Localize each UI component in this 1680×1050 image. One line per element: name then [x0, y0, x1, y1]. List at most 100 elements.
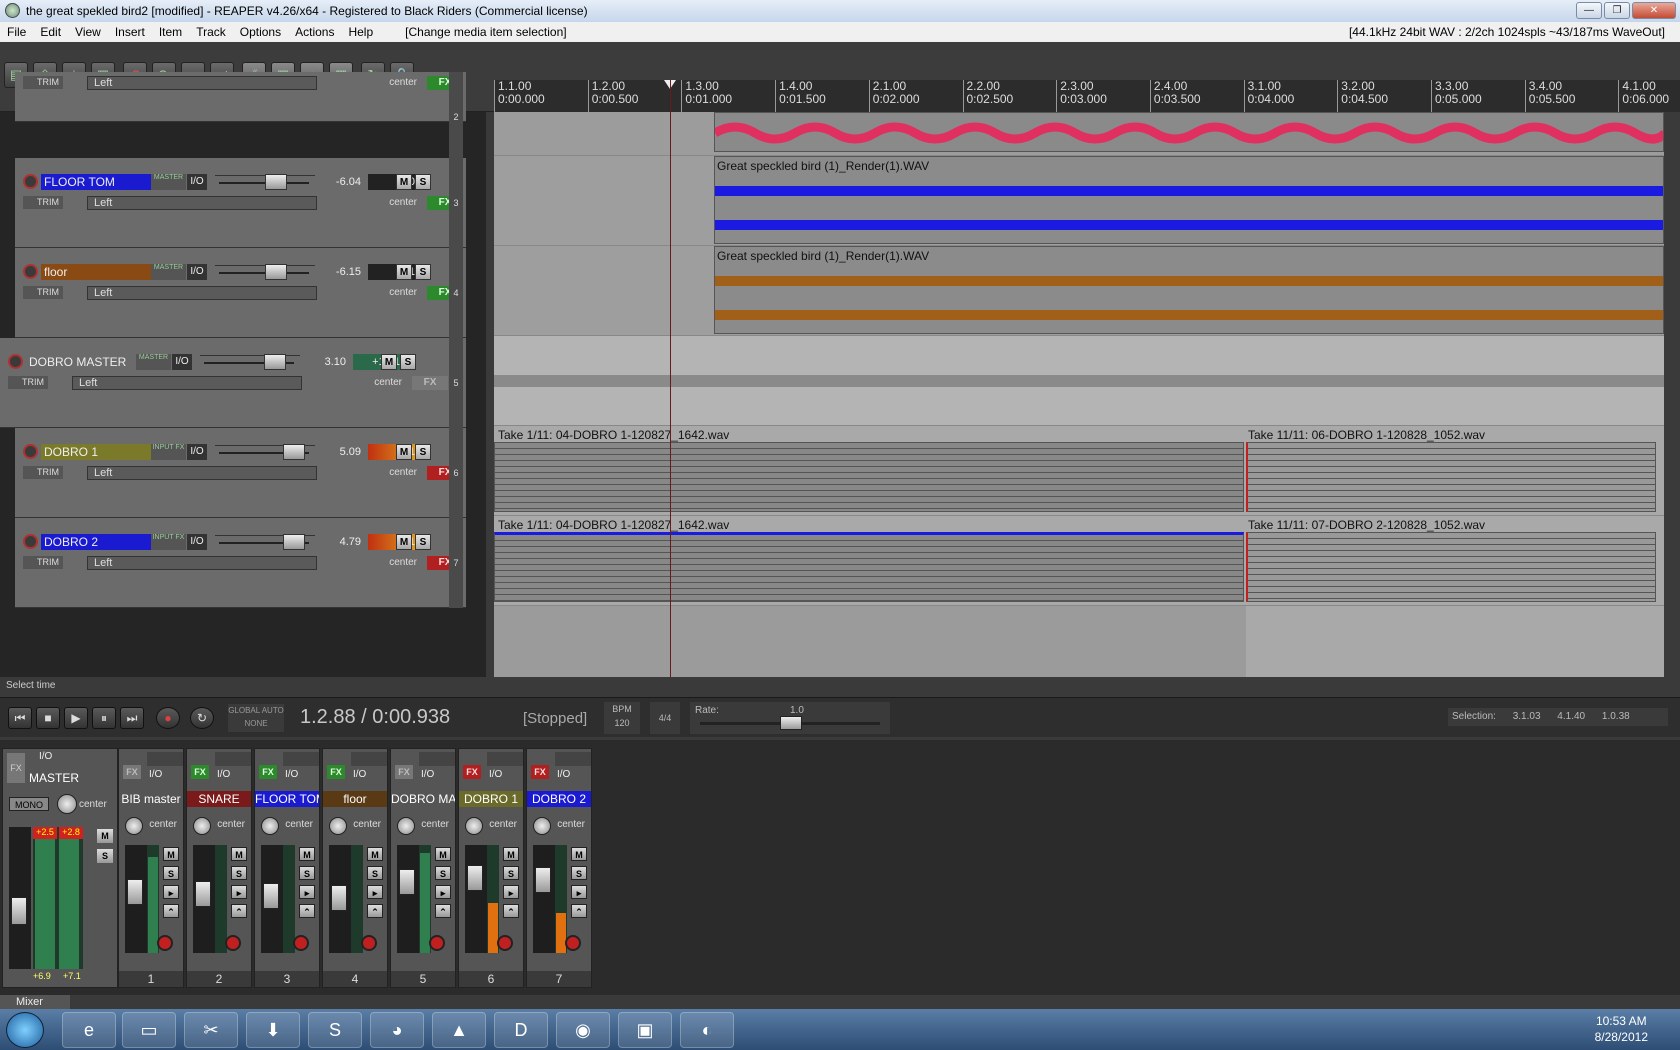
solo-button[interactable]: S	[415, 534, 431, 550]
play-button[interactable]: ▶	[64, 707, 88, 729]
strip-number[interactable]: 3	[255, 971, 319, 987]
media-item-dobro-2-take-11[interactable]	[1246, 532, 1656, 602]
master-solo-button[interactable]: S	[97, 849, 113, 863]
strip-record-arm-button[interactable]	[157, 935, 173, 951]
pause-button[interactable]: ⏸	[92, 707, 116, 729]
track-number[interactable]: 5	[449, 338, 463, 428]
io-button[interactable]: I/O	[187, 174, 207, 190]
strip-mute-button[interactable]: M	[435, 847, 451, 861]
volume-fader-knob[interactable]	[264, 354, 286, 370]
track-panel[interactable]: floorMASTERI/O-6.15-3.1MSTRIMLeftcenterF…	[15, 248, 466, 338]
strip-fx-button[interactable]: FX	[463, 765, 481, 779]
dictation-app-icon[interactable]: D	[494, 1012, 548, 1048]
media-item-dobro-2-take-1[interactable]	[494, 532, 1244, 602]
strip-io-button[interactable]: I/O	[489, 769, 502, 780]
strip-mute-button[interactable]: M	[299, 847, 315, 861]
strip-name[interactable]: SNARE	[187, 791, 251, 807]
strip-route-tag[interactable]	[351, 752, 387, 766]
strip-record-arm-button[interactable]	[497, 935, 513, 951]
strip-io-button[interactable]: I/O	[217, 769, 230, 780]
reaper-taskbar-icon[interactable]: ◐	[680, 1012, 734, 1048]
strip-fx-button[interactable]: FX	[531, 765, 549, 779]
record-arm-button[interactable]	[23, 264, 38, 279]
strip-mute-button[interactable]: M	[163, 847, 179, 861]
solo-button[interactable]: S	[415, 174, 431, 190]
strip-fx-button[interactable]: FX	[395, 765, 413, 779]
volume-fader[interactable]	[215, 444, 315, 460]
volume-fader[interactable]	[215, 264, 315, 280]
strip-fader-well[interactable]	[465, 845, 487, 953]
start-button[interactable]	[6, 1012, 44, 1048]
trim-button[interactable]: TRIM	[23, 196, 63, 209]
selection-start[interactable]: 3.1.03	[1513, 711, 1541, 722]
strip-mute-button[interactable]: M	[231, 847, 247, 861]
menu-insert[interactable]: Insert	[108, 25, 152, 39]
strip-solo-button[interactable]: S	[571, 866, 587, 880]
strip-automation-button[interactable]: ⌃	[435, 904, 451, 918]
io-button[interactable]: I/O	[187, 444, 207, 460]
pan-mode-select[interactable]: Left	[72, 376, 302, 390]
mixer-tab[interactable]: Mixer	[0, 995, 70, 1009]
record-arm-button[interactable]	[23, 444, 38, 459]
strip-solo-button[interactable]: S	[367, 866, 383, 880]
mute-button[interactable]: M	[396, 444, 412, 460]
solo-button[interactable]: S	[400, 354, 416, 370]
strip-record-arm-button[interactable]	[565, 935, 581, 951]
solo-button[interactable]: S	[415, 444, 431, 460]
strip-io-button[interactable]: I/O	[285, 769, 298, 780]
io-button[interactable]: I/O	[172, 354, 192, 370]
strip-automation-button[interactable]: ⌃	[231, 904, 247, 918]
volume-fader[interactable]	[200, 354, 300, 370]
strip-record-arm-button[interactable]	[293, 935, 309, 951]
strip-name[interactable]: FLOOR TOM	[255, 791, 319, 807]
mute-button[interactable]: M	[381, 354, 397, 370]
track-panel[interactable]: DOBRO MASTERMASTERI/O3.10+13.1MSTRIMLeft…	[0, 338, 466, 428]
menu-help[interactable]: Help	[341, 25, 380, 39]
stop-button[interactable]: ■	[36, 707, 60, 729]
pan-mode-select[interactable]: Left	[87, 286, 317, 300]
menu-edit[interactable]: Edit	[33, 25, 68, 39]
go-to-start-button[interactable]: ⏮	[8, 707, 32, 729]
mono-button[interactable]: MONO	[9, 797, 49, 811]
volume-fader-knob[interactable]	[265, 264, 287, 280]
repeat-button[interactable]: ↻	[190, 707, 214, 729]
master-fader-knob[interactable]	[11, 897, 27, 925]
track-panel[interactable]: DOBRO 2INPUT FXI/O4.790.1MSTRIMLeftcente…	[15, 518, 466, 608]
master-peak-left[interactable]: +2.5	[33, 827, 57, 839]
strip-fader-knob[interactable]	[195, 881, 211, 907]
fx-button[interactable]: FX	[412, 376, 448, 390]
strip-fader-well[interactable]	[397, 845, 419, 953]
mute-button[interactable]: M	[396, 264, 412, 280]
close-button[interactable]: ✕	[1632, 2, 1676, 19]
global-automation-button[interactable]: GLOBAL AUTO NONE	[228, 704, 284, 732]
strip-fx-button[interactable]: FX	[259, 765, 277, 779]
strip-name[interactable]: DOBRO MAS	[391, 791, 455, 807]
strip-number[interactable]: 6	[459, 971, 523, 987]
strip-automation-button[interactable]: ⌃	[163, 904, 179, 918]
volume-fader-knob[interactable]	[265, 174, 287, 190]
mute-button[interactable]: M	[396, 534, 412, 550]
snipping-tool-icon[interactable]: ✂	[184, 1012, 238, 1048]
time-signature[interactable]: 4/4	[650, 702, 680, 734]
selection-end[interactable]: 4.1.40	[1557, 711, 1585, 722]
strip-name[interactable]: BIB master	[119, 791, 183, 807]
io-button[interactable]: I/O	[187, 534, 207, 550]
media-item-floor[interactable]: Great speckled bird (1)_Render(1).WAV	[714, 246, 1664, 334]
strip-route-tag[interactable]	[215, 752, 251, 766]
strip-fader-knob[interactable]	[467, 865, 483, 891]
explorer-icon[interactable]: ▭	[122, 1012, 176, 1048]
strip-solo-button[interactable]: S	[503, 866, 519, 880]
trim-button[interactable]: TRIM	[23, 466, 63, 479]
volume-fader[interactable]	[215, 174, 315, 190]
menu-track[interactable]: Track	[189, 25, 233, 39]
master-peak-right[interactable]: +2.8	[59, 827, 83, 839]
strip-solo-button[interactable]: S	[435, 866, 451, 880]
album-art-icon[interactable]: ▣	[618, 1012, 672, 1048]
master-io-button[interactable]: I/O	[39, 751, 52, 762]
solo-button[interactable]: S	[415, 264, 431, 280]
strip-number[interactable]: 7	[527, 971, 591, 987]
route-tag[interactable]: INPUT FX	[151, 534, 186, 550]
pan-mode-select[interactable]: Left	[87, 466, 317, 480]
reaper-app-icon[interactable]	[5, 3, 20, 18]
ie-icon[interactable]: e	[62, 1012, 116, 1048]
